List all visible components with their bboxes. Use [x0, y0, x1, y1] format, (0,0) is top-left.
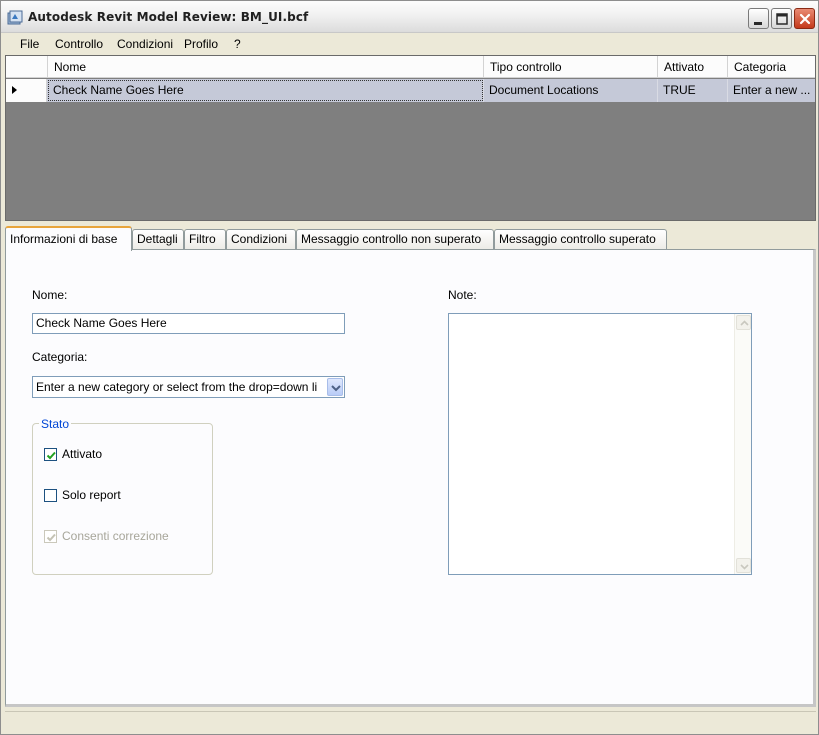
attivato-label[interactable]: Attivato: [62, 447, 102, 461]
nome-input[interactable]: Check Name Goes Here: [32, 313, 345, 334]
consenti-correzione-checkbox: [44, 530, 57, 543]
nome-label: Nome:: [32, 288, 68, 302]
scroll-up-button[interactable]: [736, 315, 751, 330]
chevron-down-icon: [740, 564, 749, 570]
categoria-select-value: Enter a new category or select from the …: [36, 380, 318, 394]
current-row-arrow-icon: [12, 86, 17, 94]
scroll-down-button[interactable]: [736, 558, 751, 573]
solo-report-checkbox[interactable]: [44, 489, 57, 502]
tab-dettagli[interactable]: Dettagli: [132, 229, 184, 250]
cell-categoria[interactable]: Enter a new ...: [728, 79, 815, 102]
column-header-nome[interactable]: Nome: [48, 56, 484, 78]
close-icon: [799, 13, 811, 25]
status-bar: [5, 711, 816, 731]
tab-strip: Informazioni di base Dettagli Filtro Con…: [5, 226, 816, 251]
menu-controllo[interactable]: Controllo: [55, 37, 103, 51]
stato-group-title: Stato: [39, 417, 72, 431]
maximize-icon: [776, 13, 788, 25]
attivato-checkbox[interactable]: [44, 448, 57, 461]
cell-focus-rectangle: [48, 80, 483, 101]
window-title: Autodesk Revit Model Review: BM_UI.bcf: [28, 10, 309, 24]
consenti-correzione-label: Consenti correzione: [62, 529, 169, 543]
grid-header: Nome Tipo controllo Attivato Categoria: [6, 56, 815, 78]
cell-attivato[interactable]: TRUE: [658, 79, 728, 102]
check-icon: [46, 451, 56, 460]
chevron-down-icon: [331, 385, 341, 392]
cell-tipo-controllo[interactable]: Document Locations: [484, 79, 658, 102]
row-selector[interactable]: [6, 79, 47, 102]
categoria-dropdown-button[interactable]: [327, 378, 343, 396]
stato-groupbox: Stato Attivato Solo report Consenti corr…: [32, 417, 213, 575]
check-disabled-icon: [46, 533, 56, 542]
menu-help[interactable]: ?: [234, 37, 241, 51]
menu-profilo[interactable]: Profilo: [184, 37, 218, 51]
column-header-categoria[interactable]: Categoria: [728, 56, 815, 78]
minimize-button[interactable]: [748, 8, 769, 29]
table-row[interactable]: Check Name Goes Here Document Locations …: [6, 79, 815, 102]
tab-condizioni[interactable]: Condizioni: [226, 229, 296, 250]
minimize-icon: [754, 22, 762, 25]
tab-messaggio-non-superato[interactable]: Messaggio controllo non superato: [296, 229, 494, 250]
app-window: Autodesk Revit Model Review: BM_UI.bcf F…: [0, 0, 819, 735]
note-scrollbar[interactable]: [734, 314, 751, 574]
categoria-label: Categoria:: [32, 350, 88, 364]
note-label: Note:: [448, 288, 477, 302]
tab-panel-informazioni-di-base: Nome: Check Name Goes Here Categoria: En…: [5, 249, 816, 707]
maximize-button[interactable]: [771, 8, 792, 29]
note-textarea[interactable]: [448, 313, 752, 575]
menu-condizioni[interactable]: Condizioni: [117, 37, 173, 51]
close-button[interactable]: [794, 8, 815, 29]
grid-corner-header[interactable]: [6, 56, 48, 78]
categoria-select[interactable]: Enter a new category or select from the …: [32, 376, 345, 398]
solo-report-label[interactable]: Solo report: [62, 488, 121, 502]
revit-app-icon: [7, 10, 23, 26]
title-bar[interactable]: Autodesk Revit Model Review: BM_UI.bcf: [1, 1, 818, 33]
tab-messaggio-superato[interactable]: Messaggio controllo superato: [494, 229, 667, 250]
chevron-up-icon: [740, 320, 749, 326]
menu-file[interactable]: File: [20, 37, 39, 51]
column-header-attivato[interactable]: Attivato: [658, 56, 728, 78]
column-header-tipo-controllo[interactable]: Tipo controllo: [484, 56, 658, 78]
tab-filtro[interactable]: Filtro: [184, 229, 226, 250]
checks-grid[interactable]: Nome Tipo controllo Attivato Categoria C…: [5, 55, 816, 221]
tab-informazioni-di-base[interactable]: Informazioni di base: [5, 226, 132, 251]
menu-bar: File Controllo Condizioni Profilo ?: [1, 34, 818, 54]
